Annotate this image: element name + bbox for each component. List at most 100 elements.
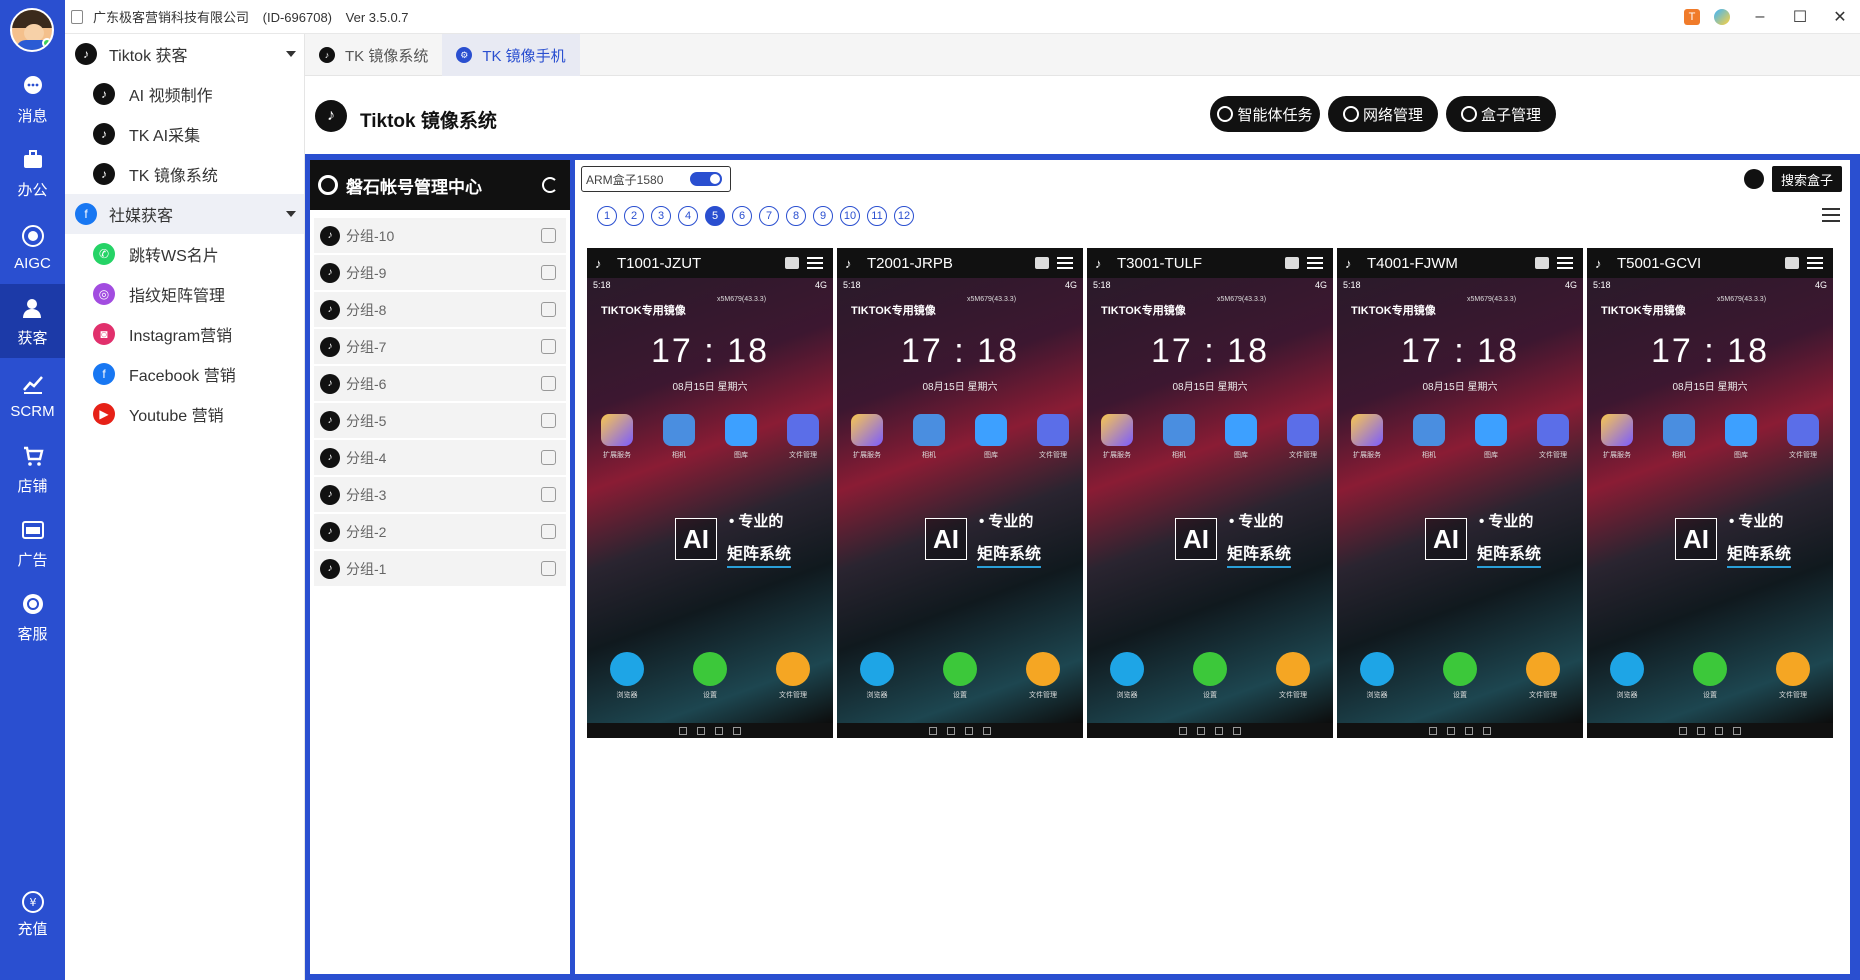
box-selector[interactable]: ARM盒子1580 — [581, 166, 731, 192]
refresh-icon[interactable] — [542, 177, 558, 193]
phone-card[interactable]: ♪ T1001-JZUT 5:18 4G x5M679(43.3.3) TIKTOK专用镜… — [587, 248, 833, 738]
recharge-button[interactable]: ¥ 充值 — [0, 890, 65, 950]
app-shortcut[interactable]: 图库 — [1471, 414, 1511, 460]
dock-app[interactable]: 设置 — [1190, 652, 1230, 700]
app-shortcut[interactable]: 图库 — [721, 414, 761, 460]
dock-app[interactable]: 浏览器 — [1607, 652, 1647, 700]
back-icon[interactable] — [1679, 726, 1687, 735]
group-item[interactable]: ♪ 分组-8 — [314, 292, 566, 327]
group-settings-icon[interactable] — [541, 228, 556, 243]
search-box-button[interactable]: 搜索盒子 — [1772, 166, 1842, 192]
rail-item-1[interactable]: 办公 — [0, 136, 65, 210]
menu-icon[interactable] — [1057, 257, 1073, 269]
menu-icon[interactable] — [1807, 257, 1823, 269]
menu-item[interactable]: ♪ AI 视频制作 — [65, 74, 304, 114]
menu-group-social[interactable]: f 社媒获客 — [65, 194, 304, 234]
app-shortcut[interactable]: 相机 — [659, 414, 699, 460]
user-icon[interactable] — [1785, 257, 1799, 269]
rail-item-0[interactable]: 消息 — [0, 62, 65, 136]
menu-item[interactable]: ◙ Instagram营销 — [65, 314, 304, 354]
group-settings-icon[interactable] — [541, 487, 556, 502]
app-shortcut[interactable]: 扩展服务 — [1347, 414, 1387, 460]
home-icon[interactable] — [947, 726, 955, 735]
rail-item-4[interactable]: SCRM — [0, 358, 65, 432]
reload-icon[interactable] — [1744, 169, 1764, 189]
app-shortcut[interactable]: 文件管理 — [1033, 414, 1073, 460]
page-button[interactable]: 9 — [813, 206, 833, 226]
page-button[interactable]: 1 — [597, 206, 617, 226]
menu-item[interactable]: ♪ TK AI采集 — [65, 114, 304, 154]
dock-app[interactable]: 设置 — [1690, 652, 1730, 700]
dock-app[interactable]: 浏览器 — [1357, 652, 1397, 700]
menu-item[interactable]: f Facebook 营销 — [65, 354, 304, 394]
user-icon[interactable] — [785, 257, 799, 269]
app-shortcut[interactable]: 图库 — [1221, 414, 1261, 460]
screenshot-icon[interactable] — [1733, 726, 1741, 735]
page-button[interactable]: 4 — [678, 206, 698, 226]
rail-item-6[interactable]: 广告 — [0, 506, 65, 580]
app-shortcut[interactable]: 相机 — [1409, 414, 1449, 460]
group-item[interactable]: ♪ 分组-9 — [314, 255, 566, 290]
phone-screen[interactable]: 5:18 4G x5M679(43.3.3) TIKTOK专用镜像 17 : 18 08月… — [1337, 278, 1583, 723]
recents-icon[interactable] — [715, 726, 723, 735]
page-button[interactable]: 10 — [840, 206, 860, 226]
menu-icon[interactable] — [807, 257, 823, 269]
page-button[interactable]: 6 — [732, 206, 752, 226]
screenshot-icon[interactable] — [1233, 726, 1241, 735]
group-settings-icon[interactable] — [541, 450, 556, 465]
menu-group-tiktok[interactable]: ♪ Tiktok 获客 — [65, 34, 304, 74]
home-icon[interactable] — [1197, 726, 1205, 735]
group-settings-icon[interactable] — [541, 302, 556, 317]
rail-item-5[interactable]: 店铺 — [0, 432, 65, 506]
app-shortcut[interactable]: 相机 — [1659, 414, 1699, 460]
user-icon[interactable] — [1535, 257, 1549, 269]
box-toggle[interactable] — [690, 172, 722, 186]
page-button[interactable]: 12 — [894, 206, 914, 226]
menu-item[interactable]: ♪ TK 镜像系统 — [65, 154, 304, 194]
group-item[interactable]: ♪ 分组-10 — [314, 218, 566, 253]
rail-item-2[interactable]: AIGC — [0, 210, 65, 284]
menu-icon[interactable] — [1307, 257, 1323, 269]
minimize-button[interactable]: – — [1740, 8, 1780, 26]
recents-icon[interactable] — [965, 726, 973, 735]
group-settings-icon[interactable] — [541, 339, 556, 354]
app-shortcut[interactable]: 扩展服务 — [1597, 414, 1637, 460]
tray-app-icon[interactable]: T — [1684, 9, 1700, 25]
page-button[interactable]: 5 — [705, 206, 725, 226]
phone-screen[interactable]: 5:18 4G x5M679(43.3.3) TIKTOK专用镜像 17 : 18 08月… — [587, 278, 833, 723]
back-icon[interactable] — [929, 726, 937, 735]
app-shortcut[interactable]: 文件管理 — [1533, 414, 1573, 460]
group-item[interactable]: ♪ 分组-2 — [314, 514, 566, 549]
tab-tk-mirror-phone[interactable]: ⚙ TK 镜像手机 — [442, 34, 580, 76]
group-item[interactable]: ♪ 分组-5 — [314, 403, 566, 438]
dock-app[interactable]: 设置 — [690, 652, 730, 700]
screenshot-icon[interactable] — [1483, 726, 1491, 735]
menu-item[interactable]: ◎ 指纹矩阵管理 — [65, 274, 304, 314]
dock-app[interactable]: 文件管理 — [1773, 652, 1813, 700]
group-settings-icon[interactable] — [541, 376, 556, 391]
page-button[interactable]: 7 — [759, 206, 779, 226]
phone-card[interactable]: ♪ T4001-FJWM 5:18 4G x5M679(43.3.3) TIKTOK专用镜… — [1337, 248, 1583, 738]
screenshot-icon[interactable] — [983, 726, 991, 735]
phone-screen[interactable]: 5:18 4G x5M679(43.3.3) TIKTOK专用镜像 17 : 18 08月… — [837, 278, 1083, 723]
box-manage-button[interactable]: 盒子管理 — [1446, 96, 1556, 132]
app-shortcut[interactable]: 文件管理 — [1783, 414, 1823, 460]
recents-icon[interactable] — [1215, 726, 1223, 735]
back-icon[interactable] — [1179, 726, 1187, 735]
home-icon[interactable] — [1697, 726, 1705, 735]
page-button[interactable]: 2 — [624, 206, 644, 226]
rail-item-7[interactable]: 客服 — [0, 580, 65, 654]
maximize-button[interactable]: ☐ — [1780, 7, 1820, 27]
page-button[interactable]: 3 — [651, 206, 671, 226]
home-icon[interactable] — [697, 726, 705, 735]
group-settings-icon[interactable] — [541, 265, 556, 280]
phone-screen[interactable]: 5:18 4G x5M679(43.3.3) TIKTOK专用镜像 17 : 18 08月… — [1087, 278, 1333, 723]
phone-card[interactable]: ♪ T2001-JRPB 5:18 4G x5M679(43.3.3) TIKTOK专用镜… — [837, 248, 1083, 738]
back-icon[interactable] — [1429, 726, 1437, 735]
app-shortcut[interactable]: 文件管理 — [1283, 414, 1323, 460]
dock-app[interactable]: 设置 — [1440, 652, 1480, 700]
page-button[interactable]: 11 — [867, 206, 887, 226]
app-shortcut[interactable]: 图库 — [1721, 414, 1761, 460]
home-icon[interactable] — [1447, 726, 1455, 735]
dock-app[interactable]: 浏览器 — [857, 652, 897, 700]
